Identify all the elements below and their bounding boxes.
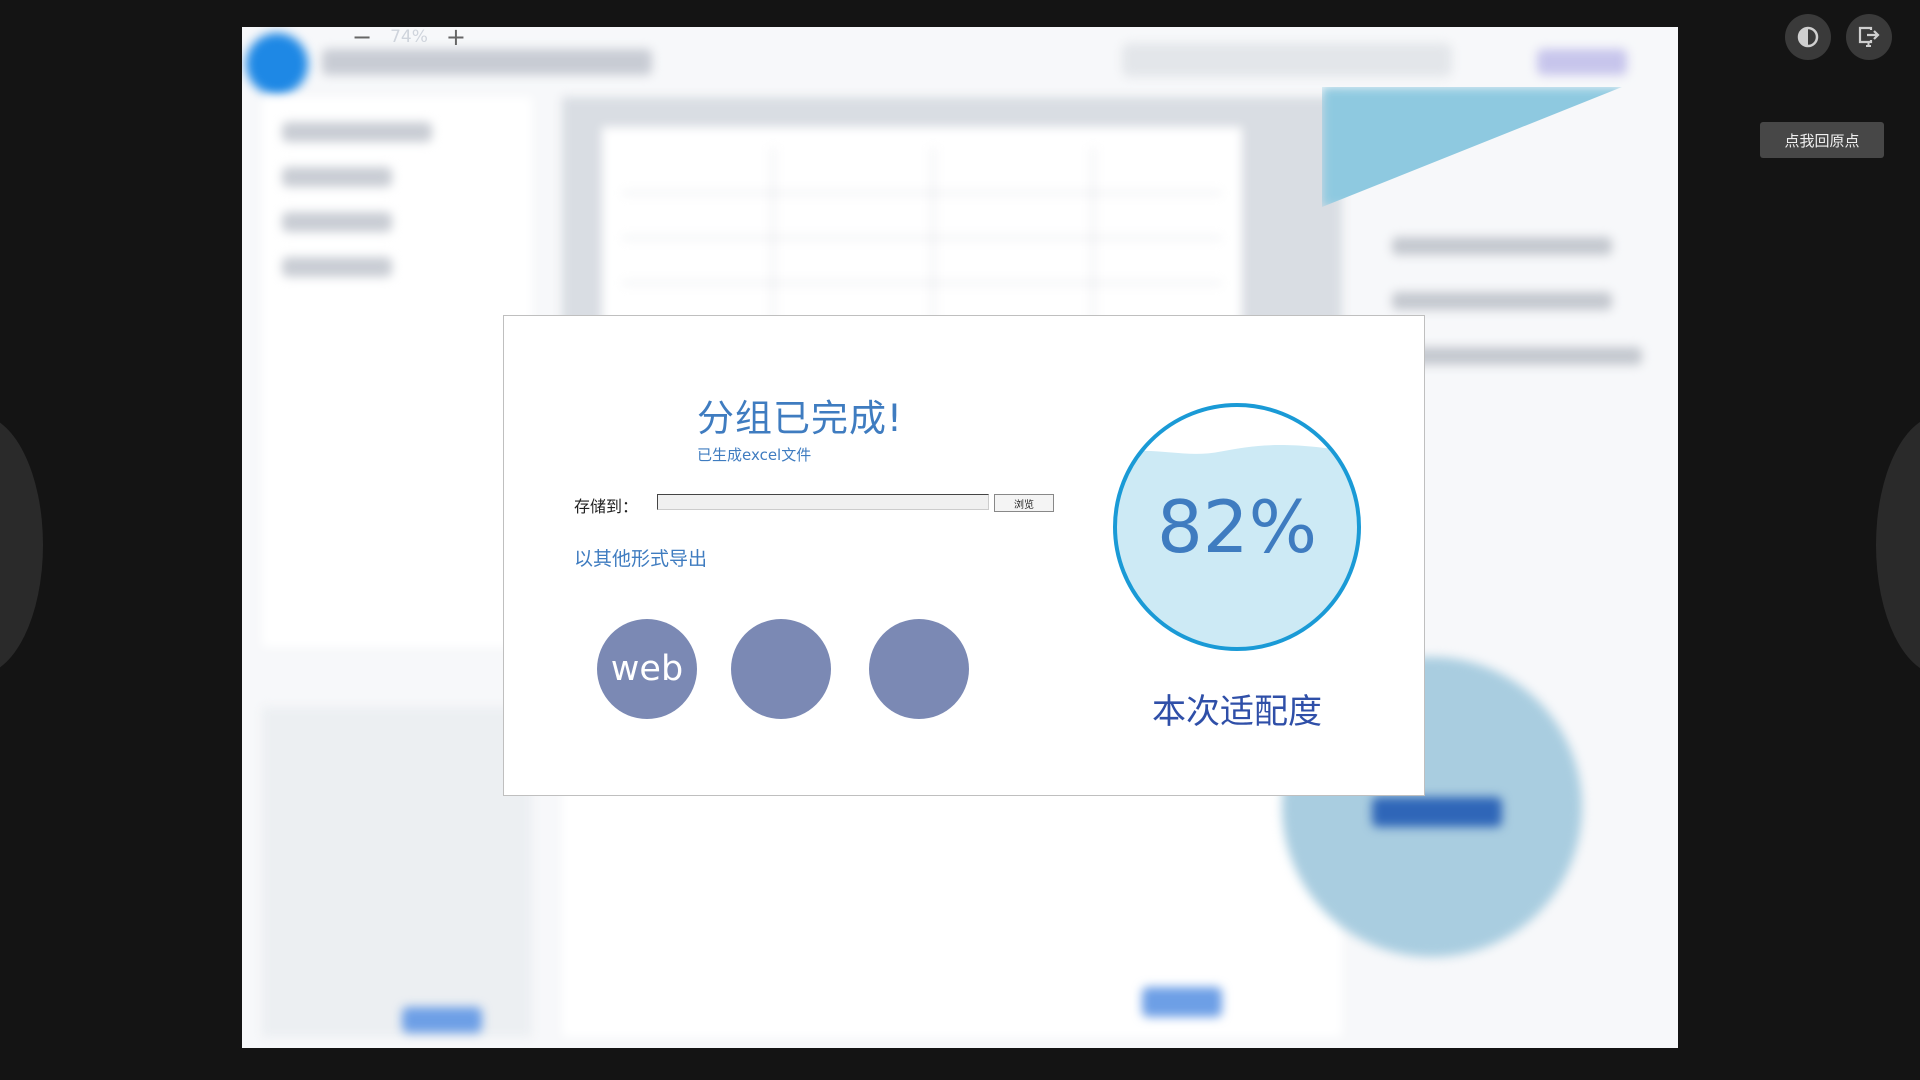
blurred-button (1142, 987, 1222, 1017)
blurred-grid-line (622, 237, 1222, 239)
exit-icon (1858, 26, 1880, 47)
blurred-decoration (1322, 87, 1622, 207)
blurred-text-line (1392, 347, 1642, 365)
blurred-sidebar-item (282, 257, 392, 277)
contrast-icon (1797, 26, 1819, 48)
export-web-button[interactable]: web (597, 619, 697, 719)
blurred-grid-line (622, 192, 1222, 194)
zoom-out-button[interactable]: − (352, 23, 372, 51)
contrast-toggle-button[interactable] (1785, 14, 1831, 60)
blurred-grid-line (932, 147, 934, 327)
blurred-user-menu (1537, 49, 1627, 75)
zoom-control: − 74% + (352, 23, 466, 51)
blurred-grid-line (622, 282, 1222, 284)
fit-caption: 本次适配度 (1152, 692, 1322, 732)
blurred-page-title (322, 49, 652, 75)
grouping-complete-dialog: 分组已完成! 已生成excel文件 存储到： 浏览 以其他形式导出 web 82… (503, 315, 1425, 796)
blurred-sidebar-item (282, 167, 392, 187)
blurred-circle-label (1372, 797, 1502, 827)
blurred-detail-panel (562, 787, 1342, 1037)
app-logo (246, 33, 308, 95)
previous-slide-area[interactable] (0, 415, 43, 675)
blurred-text-line (1392, 237, 1612, 255)
dialog-subtitle: 已生成excel文件 (697, 446, 812, 464)
save-path-input[interactable] (657, 494, 989, 510)
fit-percentage: 82% (1156, 485, 1318, 569)
blurred-form-panel (262, 707, 532, 1037)
blurred-grid-line (772, 147, 774, 327)
blurred-grid-line (1092, 147, 1094, 327)
exit-presentation-button[interactable] (1846, 14, 1892, 60)
blurred-button (402, 1007, 482, 1033)
save-to-label: 存储到： (574, 497, 639, 516)
export-format-button[interactable] (869, 619, 969, 719)
blurred-sidebar-item (282, 122, 432, 142)
blurred-sidebar-item (282, 212, 392, 232)
browse-button[interactable]: 浏览 (994, 494, 1054, 512)
zoom-in-button[interactable]: + (446, 23, 466, 51)
export-other-formats-link[interactable]: 以其他形式导出 (574, 544, 707, 571)
blurred-text-line (1392, 292, 1612, 310)
export-format-button[interactable] (731, 619, 831, 719)
next-slide-area[interactable] (1876, 415, 1920, 675)
reset-origin-button[interactable]: 点我回原点 (1760, 122, 1884, 158)
zoom-level: 74% (390, 27, 428, 47)
blurred-search-bar (1122, 43, 1452, 77)
dialog-title: 分组已完成! (697, 397, 903, 440)
